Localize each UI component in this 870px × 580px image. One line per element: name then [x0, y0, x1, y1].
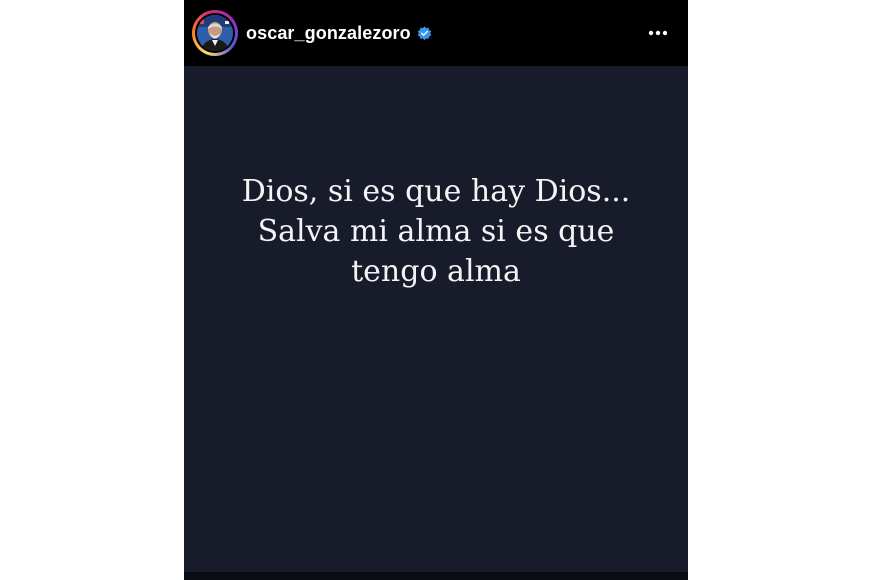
username-row: oscar_gonzalezoro — [246, 22, 432, 44]
story-text-line-3: tengo alma — [351, 254, 521, 289]
avatar[interactable] — [197, 15, 233, 51]
story-header: oscar_gonzalezoro — [184, 0, 688, 66]
verified-badge-icon — [417, 25, 432, 41]
story-frame[interactable]: oscar_gonzalezoro Dios, si es que hay Di… — [184, 0, 688, 580]
username-link[interactable]: oscar_gonzalezoro — [246, 23, 411, 44]
story-bottom-edge — [184, 572, 688, 580]
avatar-border — [195, 13, 235, 53]
more-options-icon[interactable] — [646, 22, 670, 44]
story-caption: Dios, si es que hay Dios... Salva mi alm… — [184, 172, 688, 292]
page: oscar_gonzalezoro Dios, si es que hay Di… — [0, 0, 870, 580]
avatar-image — [197, 15, 233, 51]
avatar-ring[interactable] — [192, 10, 238, 56]
story-text-line-2: Salva mi alma si es que — [257, 214, 615, 249]
story-text-line-1: Dios, si es que hay Dios... — [241, 174, 631, 209]
